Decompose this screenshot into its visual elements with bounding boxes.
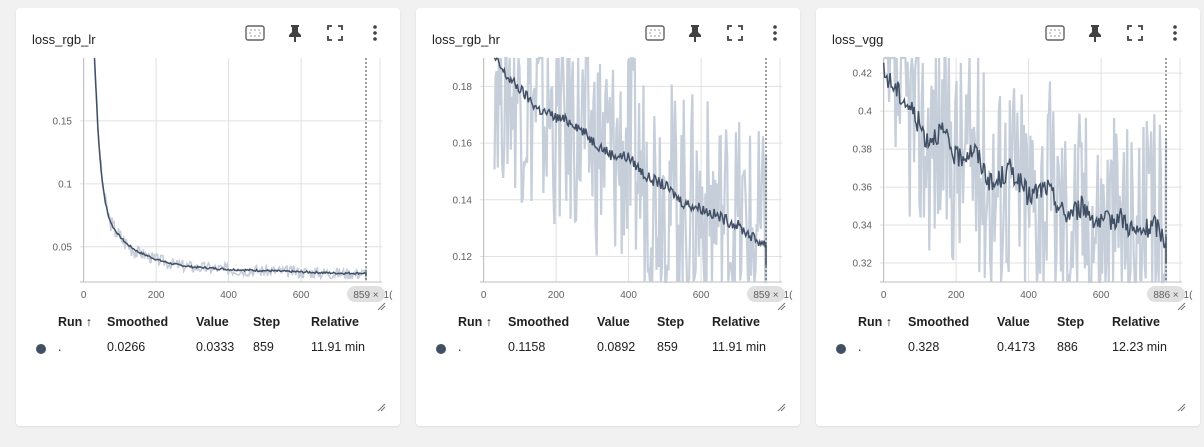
x-tick-label: 600 (293, 290, 310, 301)
run-color-dot (436, 344, 446, 354)
x-tick-label: 1( (784, 290, 794, 301)
cell-step: 859 (657, 340, 678, 354)
more-vert-icon[interactable] (1164, 22, 1186, 44)
col-header-step: Step (1057, 315, 1085, 329)
cell-relative: 12.23 min (1112, 340, 1167, 354)
y-tick-label: 0.32 (853, 259, 873, 270)
col-header-step: Step (253, 315, 281, 329)
pin-icon[interactable] (284, 22, 306, 44)
run-color-dot (36, 344, 46, 354)
chart-card-loss-rgb-hr: loss_rgb_hr 0.12 0.14 0.16 0.18 0 200 400 600 1(… (416, 8, 800, 426)
col-header-smoothed: Smoothed (107, 315, 169, 329)
line-chart[interactable]: 0.12 0.14 0.16 0.18 0 200 400 600 1( 859 × (416, 54, 800, 314)
raw-series-line (93, 61, 367, 281)
x-tick-label: 600 (1093, 290, 1110, 301)
card-title: loss_rgb_hr (432, 32, 500, 47)
fit-domain-icon[interactable] (1044, 22, 1066, 44)
fit-domain-icon[interactable] (244, 22, 266, 44)
resize-icon[interactable] (377, 403, 386, 412)
card-title: loss_rgb_lr (32, 32, 96, 47)
resize-icon[interactable] (1177, 302, 1186, 311)
step-badge-label: 859 × (353, 290, 378, 301)
y-tick-label: 0.18 (453, 82, 473, 93)
x-tick-label: 200 (148, 290, 165, 301)
x-tick-label: 1( (384, 290, 394, 301)
y-tick-label: 0.42 (853, 69, 873, 80)
y-tick-label: 0.36 (853, 183, 873, 194)
smoothed-series-line (93, 57, 367, 277)
resize-icon[interactable] (1177, 403, 1186, 412)
card-title: loss_vgg (832, 32, 884, 47)
fullscreen-icon[interactable] (724, 22, 746, 44)
cell-step: 859 (253, 340, 274, 354)
resize-icon[interactable] (377, 302, 386, 311)
x-tick-label: 400 (1020, 290, 1037, 301)
cell-value: 0.0333 (196, 340, 235, 354)
line-chart[interactable]: 0.05 0.1 0.15 0 200 400 600 1( 859 × (16, 54, 400, 314)
cell-smoothed: 0.0266 (107, 340, 146, 354)
raw-series-line (493, 56, 768, 284)
x-tick-label: 0 (881, 290, 887, 301)
cell-run: . (858, 340, 862, 354)
run-color-dot (836, 344, 846, 354)
pin-icon[interactable] (684, 22, 706, 44)
col-header-step: Step (657, 315, 685, 329)
y-tick-label: 0.4 (858, 107, 872, 118)
resize-icon[interactable] (777, 302, 786, 311)
cell-run: . (458, 340, 462, 354)
y-tick-label: 0.38 (853, 145, 873, 156)
cell-step: 886 (1057, 340, 1078, 354)
x-tick-label: 0 (481, 290, 487, 301)
fullscreen-icon[interactable] (1124, 22, 1146, 44)
line-chart[interactable]: 0.32 0.34 0.36 0.38 0.4 0.42 0 200 400 600 1( 886 × (816, 54, 1200, 314)
x-tick-label: 400 (620, 290, 637, 301)
fullscreen-icon[interactable] (324, 22, 346, 44)
cell-run: . (58, 340, 62, 354)
y-tick-label: 0.15 (53, 116, 73, 127)
chart-card-loss-rgb-lr: loss_rgb_lr 0.05 0.1 0.15 0 200 400 600 1( 859 ×… (16, 8, 400, 426)
x-tick-label: 1( (1184, 290, 1194, 301)
cell-value: 0.4173 (997, 340, 1036, 354)
cell-smoothed: 0.328 (908, 340, 940, 354)
y-tick-label: 0.1 (58, 179, 72, 190)
col-header-run[interactable]: Run ↑ (58, 315, 92, 329)
more-vert-icon[interactable] (764, 22, 786, 44)
x-tick-label: 400 (220, 290, 237, 301)
x-tick-label: 200 (948, 290, 965, 301)
pin-icon[interactable] (1084, 22, 1106, 44)
x-tick-label: 0 (81, 290, 87, 301)
y-tick-label: 0.05 (53, 242, 73, 253)
cell-smoothed: 0.1158 (508, 340, 546, 354)
y-tick-label: 0.34 (853, 221, 873, 232)
x-tick-label: 600 (693, 290, 710, 301)
col-header-smoothed: Smoothed (908, 315, 970, 329)
cell-relative: 11.91 min (311, 340, 365, 354)
cell-value: 0.0892 (597, 340, 636, 354)
raw-series-line (883, 56, 1168, 284)
col-header-relative: Relative (311, 315, 359, 329)
y-tick-label: 0.14 (453, 195, 473, 206)
y-tick-label: 0.12 (453, 252, 473, 263)
col-header-value: Value (597, 315, 630, 329)
step-badge-label: 859 × (753, 290, 778, 301)
col-header-relative: Relative (712, 315, 760, 329)
col-header-relative: Relative (1112, 315, 1160, 329)
more-vert-icon[interactable] (364, 22, 386, 44)
col-header-value: Value (997, 315, 1030, 329)
y-tick-label: 0.16 (453, 139, 473, 150)
fit-domain-icon[interactable] (644, 22, 666, 44)
step-badge-label: 886 × (1153, 290, 1178, 301)
x-tick-label: 200 (548, 290, 565, 301)
col-header-run[interactable]: Run ↑ (458, 315, 492, 329)
col-header-run[interactable]: Run ↑ (858, 315, 892, 329)
resize-icon[interactable] (777, 403, 786, 412)
cell-relative: 11.91 min (712, 340, 766, 354)
col-header-value: Value (196, 315, 229, 329)
col-header-smoothed: Smoothed (508, 315, 570, 329)
chart-card-loss-vgg: loss_vgg 0.32 0.34 0.36 0.38 0.4 0.42 0 200 400 6… (816, 8, 1200, 426)
